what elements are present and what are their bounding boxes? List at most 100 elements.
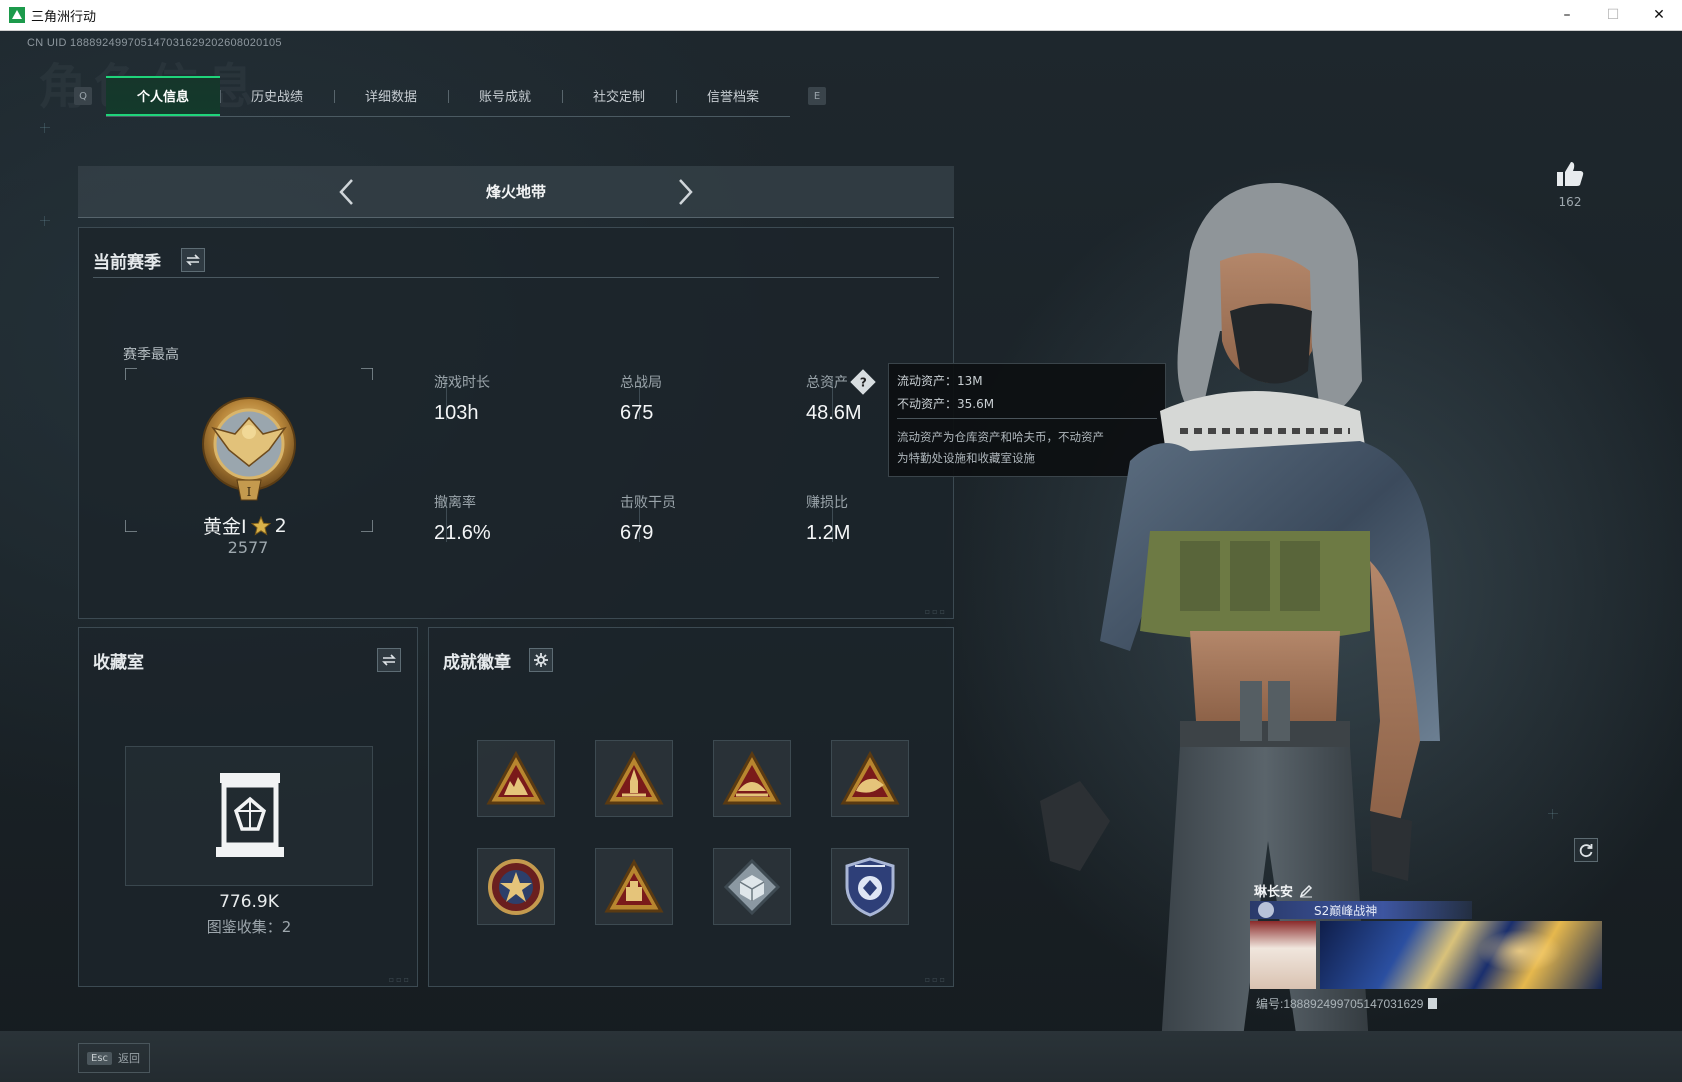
tab-credit-record[interactable]: 信誉档案 xyxy=(676,76,790,116)
corner-decoration: ▫▫▫ xyxy=(924,607,947,616)
stat-kills: 击败干员 679 xyxy=(620,492,676,545)
badge-slot-2[interactable] xyxy=(595,740,673,817)
game-viewport: 角色信息 CN UID 1888924997051470316292026080… xyxy=(0,31,1682,1082)
window-title: 三角洲行动 xyxy=(31,9,97,25)
triangle-rocket-badge-icon xyxy=(604,750,664,804)
tab-bar: Q 个人信息 历史战绩 详细数据 账号成就 社交定制 信誉档案 E xyxy=(74,75,834,117)
triangle-soldiers-badge-icon xyxy=(486,750,546,804)
stat-profit-ratio: 赚损比 1.2M xyxy=(806,492,850,545)
maximize-button[interactable]: ☐ xyxy=(1590,0,1636,31)
tab-match-history[interactable]: 历史战绩 xyxy=(220,76,334,116)
rank-tier: 黄金I xyxy=(203,516,247,538)
stat-label: 赚损比 xyxy=(806,495,848,511)
stat-value: 103h xyxy=(434,402,479,424)
badge-slot-6[interactable] xyxy=(595,848,673,925)
stat-label: 击败干员 xyxy=(620,495,676,511)
star-icon xyxy=(250,515,271,535)
stat-extract-rate: 撤离率 21.6% xyxy=(434,492,491,545)
rank-score: 2577 xyxy=(227,538,269,557)
decoration-cross xyxy=(40,216,50,226)
tab-achievements[interactable]: 账号成就 xyxy=(448,76,562,116)
badges-title: 成就徽章 xyxy=(443,653,511,673)
swap-icon xyxy=(186,254,200,266)
badges-panel: 成就徽章 ▫▫▫ xyxy=(428,627,954,987)
app-logo-icon xyxy=(9,7,25,23)
uid-line: CN UID 1888924997051470316292026080201​0… xyxy=(27,37,282,49)
esc-key-hint: Esc xyxy=(87,1051,113,1065)
stat-label: 游戏时长 xyxy=(434,375,490,391)
chevron-left-icon[interactable] xyxy=(332,176,364,208)
mode-name: 烽火地带 xyxy=(485,183,546,201)
stat-playtime: 游戏时长 103h xyxy=(434,372,490,425)
player-uid-text: 编号:1888924997051470316​29 xyxy=(1256,997,1424,1011)
shield-crest-badge-icon xyxy=(845,856,895,917)
badge-slot-3[interactable] xyxy=(713,740,791,817)
diamond-cube-badge-icon xyxy=(724,858,780,915)
profile-name-card[interactable]: 琳长安 S2巅峰战神 xyxy=(1250,879,1602,991)
season-best-label: 赛季最高 xyxy=(123,347,179,363)
badge-slot-8[interactable] xyxy=(831,848,909,925)
help-icon[interactable]: ? xyxy=(850,369,876,395)
player-uid: 编号:1888924997051470316​29 xyxy=(1256,995,1437,1012)
tab-social-customization[interactable]: 社交定制 xyxy=(562,76,676,116)
stat-value: 21.6% xyxy=(434,522,491,544)
thumbs-up-icon xyxy=(1557,162,1584,186)
tab-detailed-data[interactable]: 详细数据 xyxy=(334,76,448,116)
season-switch-button[interactable] xyxy=(181,248,205,272)
window-controls: – ☐ ✕ xyxy=(1544,0,1682,31)
refresh-icon xyxy=(1579,844,1593,858)
rank-stars: 2 xyxy=(274,514,287,537)
tabs-list: 个人信息 历史战绩 详细数据 账号成就 社交定制 信誉档案 xyxy=(106,75,790,117)
back-button[interactable]: Esc 返回 xyxy=(78,1043,150,1073)
badge-slot-7[interactable] xyxy=(713,848,791,925)
svg-text:I: I xyxy=(247,485,252,499)
stat-label: 撤离率 xyxy=(434,495,476,511)
tab-personal-info[interactable]: 个人信息 xyxy=(106,75,220,116)
badge-slot-1[interactable] xyxy=(477,740,555,817)
stat-label-text: 总资产 xyxy=(806,375,848,391)
stat-total-matches: 总战局 675 xyxy=(620,372,662,425)
triangle-boar-badge-icon xyxy=(840,750,900,804)
chevron-right-icon[interactable] xyxy=(668,176,700,208)
collection-panel: 收藏室 776.9K 图鉴收集：2 ▫▫▫ xyxy=(78,627,418,987)
badges-settings-button[interactable] xyxy=(529,648,553,672)
next-tab-key-hint[interactable]: E xyxy=(808,87,826,105)
back-label: 返回 xyxy=(118,1052,141,1065)
badge-slot-5[interactable] xyxy=(477,848,555,925)
edit-pencil-icon[interactable] xyxy=(1299,884,1313,898)
stat-total-assets: 总资产 ? 48.6M xyxy=(806,369,876,425)
refresh-button[interactable] xyxy=(1574,838,1598,862)
gold-rank-emblem-icon: I xyxy=(202,397,296,501)
player-name: 琳长安 xyxy=(1254,881,1313,900)
stat-value: 1.2M xyxy=(806,522,851,544)
corner-decoration: ▫▫▫ xyxy=(924,975,947,984)
window-titlebar: 三角洲行动 – ☐ ✕ xyxy=(0,0,1682,31)
title-badge: S2巅峰战神 xyxy=(1250,901,1472,919)
close-button[interactable]: ✕ xyxy=(1636,0,1682,31)
swap-icon xyxy=(382,654,396,666)
badge-slot-4[interactable] xyxy=(831,740,909,817)
triangle-cargo-badge-icon xyxy=(604,858,664,912)
minimize-button[interactable]: – xyxy=(1544,0,1590,31)
copy-icon[interactable] xyxy=(1427,998,1437,1009)
stat-label: 总战局 xyxy=(620,375,662,391)
season-panel: 当前赛季 赛季最高 I 黄金I 2 2577 游戏时长 103h 总战局 675… xyxy=(78,227,954,619)
stat-value: 48.6M xyxy=(806,402,862,424)
decoration-cross xyxy=(40,123,50,133)
name-card-banner xyxy=(1320,921,1602,989)
season-title: 当前赛季 xyxy=(93,253,161,273)
stat-label: 总资产 ? xyxy=(806,369,876,395)
title-emblem-icon xyxy=(1258,902,1274,918)
collection-display[interactable] xyxy=(125,746,373,886)
collection-title: 收藏室 xyxy=(93,653,144,673)
avatar[interactable] xyxy=(1250,921,1316,989)
title-divider xyxy=(93,277,939,278)
player-name-text: 琳长安 xyxy=(1254,885,1294,900)
display-case-icon xyxy=(216,773,284,857)
collection-count: 图鉴收集：2 xyxy=(206,918,292,936)
triangle-dome-badge-icon xyxy=(722,750,782,804)
prev-tab-key-hint[interactable]: Q xyxy=(74,87,92,105)
collection-value: 776.9K xyxy=(219,892,279,912)
rank-name: 黄金I 2 xyxy=(203,512,287,539)
collection-switch-button[interactable] xyxy=(377,648,401,672)
